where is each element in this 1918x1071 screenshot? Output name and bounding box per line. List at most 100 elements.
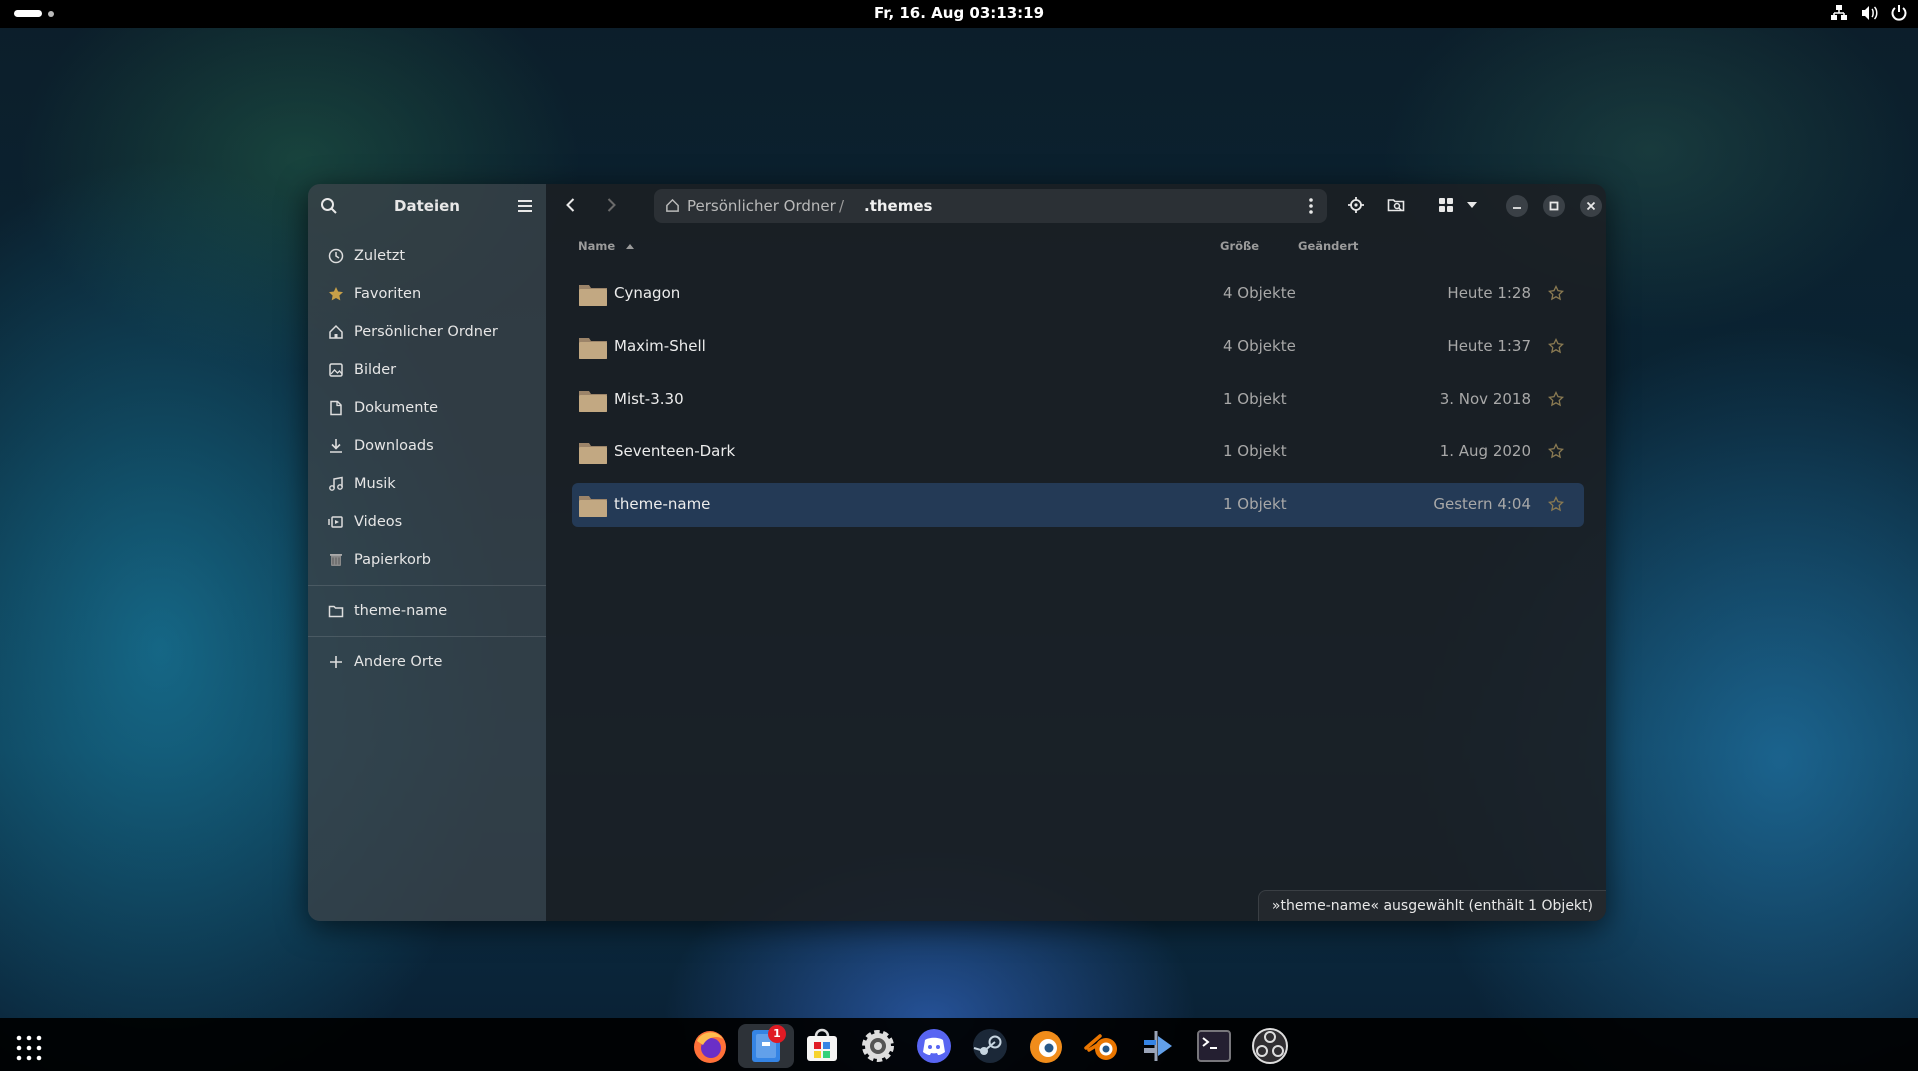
files-window: Dateien Zuletzt Favoriten Persönlicher O… (308, 184, 1606, 921)
file-row[interactable]: Seventeen-Dark 1 Objekt 1. Aug 2020 (572, 430, 1584, 474)
star-icon[interactable] (1548, 285, 1564, 301)
dock-blender[interactable] (1074, 1024, 1130, 1068)
dock-firefox[interactable] (682, 1024, 738, 1068)
column-modified[interactable]: Geändert (1298, 239, 1358, 253)
grid-view-button[interactable] (1437, 196, 1455, 218)
sidebar-item-pictures[interactable]: Bilder (308, 351, 546, 389)
sidebar-item-downloads[interactable]: Downloads (308, 427, 546, 465)
file-row-selected[interactable]: theme-name 1 Objekt Gestern 4:04 (572, 483, 1584, 527)
sidebar-item-label: Zuletzt (354, 248, 406, 264)
main-menu-button[interactable] (516, 197, 534, 219)
column-size[interactable]: Größe (1220, 239, 1259, 253)
network-icon (1831, 5, 1847, 20)
minimize-icon (1513, 207, 1521, 209)
file-modified: 1. Aug 2020 (1439, 442, 1531, 460)
column-name[interactable]: Name (578, 239, 635, 253)
steam-icon (973, 1029, 1007, 1063)
places-list: Zuletzt Favoriten Persönlicher Ordner Bi… (308, 237, 546, 681)
sidebar-item-label: Papierkorb (354, 552, 432, 568)
main-content: Persönlicher Ordner / .themes Name Größe… (546, 184, 1606, 921)
clock-icon (328, 248, 344, 264)
more-vertical-icon (1309, 198, 1313, 214)
dock: 1 (0, 1018, 1918, 1071)
sidebar-item-label: Videos (354, 514, 403, 530)
blender-icon (1084, 1034, 1117, 1060)
dock-terminal[interactable] (1186, 1024, 1242, 1068)
close-icon (1586, 201, 1596, 211)
clock[interactable]: Fr, 16. Aug 03:13:19 (0, 4, 1918, 22)
dock-settings[interactable] (850, 1024, 906, 1068)
file-modified: 3. Nov 2018 (1439, 390, 1531, 408)
power-icon (1891, 5, 1907, 21)
sidebar-item-favorites[interactable]: Favoriten (308, 275, 546, 313)
notification-badge: 1 (768, 1025, 786, 1043)
forward-button[interactable] (602, 196, 620, 218)
sidebar-item-other-locations[interactable]: Andere Orte (308, 643, 546, 681)
sidebar-item-label: Dokumente (354, 400, 439, 416)
dock-software[interactable] (794, 1024, 850, 1068)
plus-icon (330, 656, 342, 668)
star-icon[interactable] (1548, 443, 1564, 459)
view-options-button[interactable] (1464, 196, 1480, 218)
app-title: Dateien (394, 197, 460, 215)
star-icon[interactable] (1548, 338, 1564, 354)
minimize-button[interactable] (1506, 195, 1528, 217)
sidebar-item-label: Favoriten (354, 286, 422, 302)
show-apps-button[interactable] (16, 1035, 42, 1065)
trash-icon (330, 554, 342, 566)
path-menu-button[interactable] (1303, 197, 1319, 219)
file-row[interactable]: Maxim-Shell 4 Objekte Heute 1:37 (572, 325, 1584, 369)
settings-icon (862, 1030, 894, 1062)
hamburger-icon (518, 200, 532, 212)
breadcrumb-home[interactable]: Persönlicher Ordner (687, 197, 836, 215)
sidebar: Dateien Zuletzt Favoriten Persönlicher O… (308, 184, 546, 921)
star-icon[interactable] (1548, 391, 1564, 407)
search-folder-button[interactable] (1387, 196, 1405, 218)
sidebar-item-music[interactable]: Musik (308, 465, 546, 503)
video-icon (328, 516, 343, 528)
sidebar-bookmark-theme-name[interactable]: theme-name (308, 592, 546, 630)
star-icon (329, 287, 343, 301)
column-headers: Name Größe Geändert (546, 237, 1606, 257)
download-icon (330, 439, 342, 453)
file-size: 4 Objekte (1223, 284, 1296, 302)
sidebar-item-home[interactable]: Persönlicher Ordner (308, 313, 546, 351)
system-tray[interactable] (1830, 4, 1908, 22)
column-name-label: Name (578, 239, 616, 253)
chevron-left-icon (566, 198, 575, 212)
volume-icon (1862, 6, 1878, 20)
sidebar-item-videos[interactable]: Videos (308, 503, 546, 541)
folder-icon (579, 443, 607, 464)
sidebar-item-recent[interactable]: Zuletzt (308, 237, 546, 275)
file-size: 1 Objekt (1223, 442, 1287, 460)
file-name: Cynagon (614, 284, 681, 302)
path-bar[interactable]: Persönlicher Ordner / .themes (654, 189, 1327, 223)
sidebar-divider (308, 636, 546, 637)
dock-files[interactable]: 1 (738, 1024, 794, 1068)
discord-icon (917, 1029, 951, 1063)
maximize-button[interactable] (1543, 195, 1565, 217)
software-icon (807, 1028, 837, 1061)
chevron-down-icon (1467, 202, 1477, 208)
file-name: Seventeen-Dark (614, 442, 736, 460)
file-row[interactable]: Cynagon 4 Objekte Heute 1:28 (572, 272, 1584, 316)
dock-steam[interactable] (962, 1024, 1018, 1068)
sidebar-item-documents[interactable]: Dokumente (308, 389, 546, 427)
back-button[interactable] (562, 196, 580, 218)
location-button[interactable] (1347, 196, 1365, 218)
dock-app[interactable] (1130, 1024, 1186, 1068)
dock-obs[interactable] (1242, 1024, 1298, 1068)
obs-icon (1252, 1028, 1288, 1064)
sidebar-item-trash[interactable]: Papierkorb (308, 541, 546, 579)
home-icon (329, 324, 343, 339)
sidebar-item-label: Downloads (354, 438, 434, 454)
document-icon (330, 400, 342, 416)
file-name: Mist-3.30 (614, 390, 684, 408)
file-row[interactable]: Mist-3.30 1 Objekt 3. Nov 2018 (572, 378, 1584, 422)
dock-discord[interactable] (906, 1024, 962, 1068)
star-icon[interactable] (1548, 496, 1564, 512)
maximize-icon (1549, 201, 1559, 211)
breadcrumb-current[interactable]: .themes (864, 197, 932, 215)
dock-blender-launcher[interactable] (1018, 1024, 1074, 1068)
close-button[interactable] (1580, 195, 1602, 217)
